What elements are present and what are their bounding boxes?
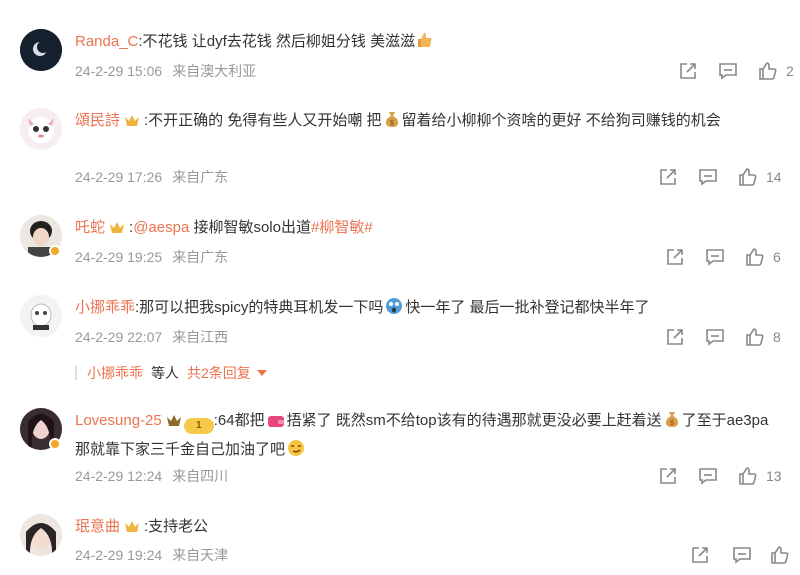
comment-text: 吒蛇:@aespa 接柳智敏solo出道#柳智敏# [75,215,770,241]
like-button[interactable]: 2 [758,61,794,81]
timestamp: 24-2-29 12:24 [75,468,163,484]
timestamp: 24-2-29 22:07 [75,329,163,345]
comment-icon[interactable] [732,545,752,565]
comment-body: :不花钱 让dyf去花钱 然后柳姐分钱 美滋滋 [138,33,416,50]
timestamp: 24-2-29 19:25 [75,249,163,265]
reply-divider [75,366,77,380]
username-link[interactable]: 頌民詩 [75,112,120,129]
like-count: 6 [773,249,781,265]
timestamp: 24-2-29 19:24 [75,547,163,563]
location: 来自广东 [172,249,229,265]
like-button[interactable]: 13 [738,466,782,486]
location: 来自澳大利亚 [172,63,257,79]
crown-badge-icon [124,516,140,532]
thumbs-up-icon [739,168,757,186]
location: 来自江西 [172,329,229,345]
like-button[interactable]: 14 [738,167,782,187]
like-button[interactable] [770,545,790,565]
comment-icon[interactable] [718,61,738,81]
timestamp: 24-2-29 17:26 [75,169,163,185]
reply-username-link[interactable]: 小挪乖乖 [87,363,143,383]
username-link[interactable]: 小挪乖乖 [75,299,135,316]
comment-body: :支持老公 [144,518,209,535]
thumbs-up-icon [739,467,757,485]
share-icon[interactable] [665,327,685,347]
like-button[interactable]: 8 [745,327,781,347]
share-icon[interactable] [665,247,685,267]
level-badge: 1 [183,418,214,434]
avatar[interactable] [20,295,62,337]
svg-text:$: $ [670,420,674,427]
topic-link[interactable]: #柳智敏# [311,219,373,236]
comment-body: :那可以把我spicy的特典耳机发一下吗 [135,299,384,316]
comment-icon[interactable] [705,327,725,347]
crown-badge-icon [166,410,182,426]
caret-down-icon [256,370,267,376]
thumbs-up-icon [746,248,764,266]
avatar[interactable] [20,514,62,556]
comment-body-cont: 留着给小柳柳个资啥的更好 不给狗司赚钱的机会 [401,112,721,129]
comment-body: 接柳智敏solo出道 [189,219,311,236]
share-icon[interactable] [658,167,678,187]
username-link[interactable]: Lovesung-25 [75,412,162,429]
comment-body: :64都把 [213,412,265,429]
svg-text:$: $ [390,120,394,127]
comment-body: :不开正确的 免得有些人又开始嘲 把 [144,112,382,129]
verified-badge-icon [49,245,61,257]
expand-replies-button[interactable]: 共2条回复 [187,363,267,383]
comment-body-cont: 快一年了 最后一批补登记都快半年了 [405,299,650,316]
crown-badge-icon [124,110,140,126]
reply-suffix: 等人 [151,365,179,381]
comment-meta: 24-2-29 22:07 来自江西 [75,327,228,347]
username-link[interactable]: Randa_C [75,33,138,50]
comment-meta: 24-2-29 12:24 来自四川 [75,466,228,486]
username-link[interactable]: 珉意曲 [75,518,120,535]
comment-text: 珉意曲 :支持老公 [75,514,770,540]
thumbs-up-icon [759,62,777,80]
crown-badge-icon [109,217,125,233]
comment-icon[interactable] [698,167,718,187]
money-bag-emoji-icon: $ [384,110,400,137]
like-button[interactable]: 6 [745,247,781,267]
comment-meta: 24-2-29 19:24 来自天津 [75,545,228,565]
share-icon[interactable] [658,466,678,486]
comment-text: 小挪乖乖:那可以把我spicy的特典耳机发一下吗 快一年了 最后一批补登记都快半年… [75,295,770,324]
mention-link[interactable]: @aespa [133,219,189,236]
location: 来自广东 [172,169,229,185]
thumbs-up-emoji-icon [417,31,433,58]
money-bag-emoji-icon: $ [664,410,680,437]
like-count: 8 [773,329,781,345]
comment-meta: 24-2-29 15:06 来自澳大利亚 [75,61,256,81]
reply-summary: 小挪乖乖 等人 共2条回复 [75,363,267,383]
comment-body-cont: 捂紧了 既然sm不给top该有的待遇那就更没必要上赶着送 [286,412,662,429]
shocked-face-emoji-icon [385,297,403,324]
verified-badge-icon [49,438,61,450]
comment-icon[interactable] [705,247,725,267]
comment-text: 頌民詩 :不开正确的 免得有些人又开始嘲 把 $ 留着给小柳柳个资啥的更好 不给狗司赚… [75,108,770,137]
like-count: 13 [766,468,782,484]
wallet-emoji-icon [267,411,285,437]
thumbs-up-icon [746,328,764,346]
avatar[interactable] [20,29,62,71]
location: 来自四川 [172,468,229,484]
thumbs-up-icon [771,546,789,564]
comment-meta: 24-2-29 19:25 来自广东 [75,247,228,267]
timestamp: 24-2-29 15:06 [75,63,163,79]
comment-meta: 24-2-29 17:26 来自广东 [75,167,228,187]
comment-text: Randa_C:不花钱 让dyf去花钱 然后柳姐分钱 美滋滋 [75,29,770,58]
like-count: 14 [766,169,782,185]
location: 来自天津 [172,547,229,563]
username-link[interactable]: 吒蛇 [75,219,105,236]
comment-icon[interactable] [698,466,718,486]
share-icon[interactable] [690,545,710,565]
avatar[interactable] [20,108,62,150]
like-count: 2 [786,63,794,79]
comment-text: Lovesung-25 1:64都把 捂紧了 既然sm不给top该有的待遇那就更没必… [75,408,770,466]
share-icon[interactable] [678,61,698,81]
smirk-face-emoji-icon [287,439,305,466]
